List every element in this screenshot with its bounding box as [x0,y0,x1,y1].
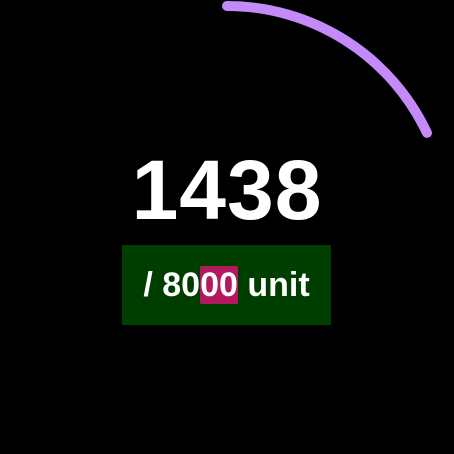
current-value: 1438 [131,143,323,237]
goal-unit: unit [237,266,310,304]
goal-prefix: / 80 [143,266,201,304]
progress-arc [222,1,432,138]
goal-label-box: / 8000 unit [122,245,331,325]
goal-label: / 8000 unit [143,265,310,305]
goal-highlight: 00 [200,266,238,304]
progress-watch-face: 1438 / 8000 unit [0,0,454,454]
